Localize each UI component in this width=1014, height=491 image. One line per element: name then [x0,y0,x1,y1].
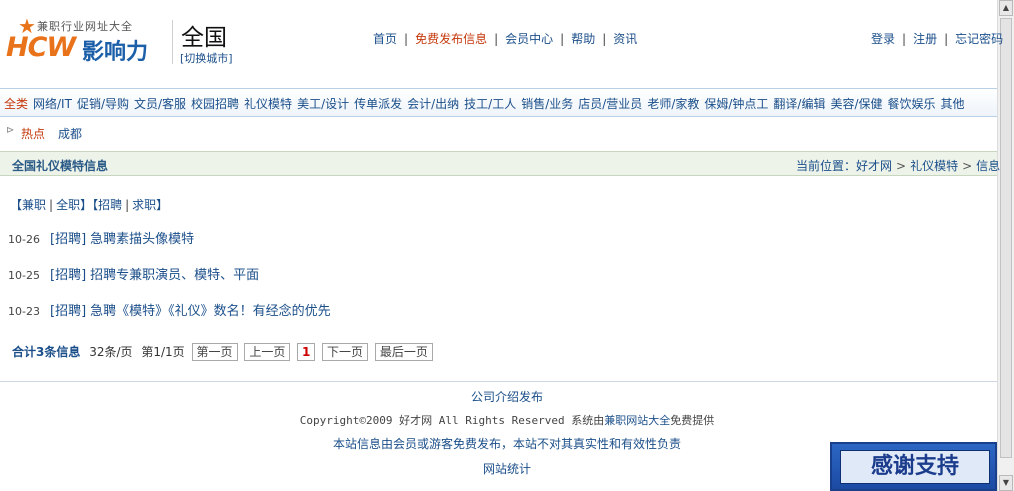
category-item[interactable]: 美容/保健 [830,97,882,111]
about-link[interactable]: 公司介绍发布 [471,390,543,404]
breadcrumb-current[interactable]: 信息 [976,159,1000,173]
login-link[interactable]: 登录 [871,32,895,46]
scroll-down-arrow-icon[interactable]: ▼ [999,475,1013,491]
listing-type-link[interactable]: [招聘] [50,268,86,283]
category-item[interactable]: 校园招聘 [191,97,239,111]
breadcrumb: 当前位置：好才网 > 礼仪模特 > 信息 [796,157,1000,174]
category-item[interactable]: 保姆/钟点工 [704,97,768,111]
category-item[interactable]: 网络/IT [33,97,72,111]
forgot-password-link[interactable]: 忘记密码 [955,32,1003,46]
category-bar: 全类 网络/IT 促销/导购 文员/客服 校园招聘 礼仪模特 美工/设计 传单派发 会计/出纳技… [0,88,997,117]
prev-page-button[interactable]: 上一页 [244,343,291,361]
disclaimer: 本站信息由会员或游客免费发布，本站不对其真实性和有效性负责 [332,437,681,451]
logo-brand-en: HCW [6,32,76,63]
listing-title-link[interactable]: 急聘《模特》《礼仪》数名！有经念的优先 [90,304,331,319]
category-item[interactable]: 技工/工人 [464,97,516,111]
bullet-arrow-icon: ⊳ [6,125,15,136]
scroll-up-arrow-icon[interactable]: ▲ [999,0,1013,16]
listing-date: 10-23 [8,305,40,318]
category-item[interactable]: 老师/家教 [647,97,699,111]
list-item: 10-26 [招聘] 急聘素描头像模特 [8,228,708,264]
chevron-right-icon: > [962,159,973,173]
category-item[interactable]: 会计/出纳 [407,97,459,111]
category-item[interactable]: 餐饮娱乐 [888,97,936,111]
hot-row: ⊳ 热点 成都 [0,123,997,145]
category-item[interactable]: 促销/导购 [77,97,129,111]
header: ★ 兼职行业网址大全 HCW 影响力 全国 [切换城市] 首页 | 免费发布信息 | 会… [0,0,1003,85]
category-item[interactable]: 销售/业务 [521,97,573,111]
nav-help[interactable]: 帮助 [571,32,595,46]
total-count: 合计3条信息 [12,345,81,359]
current-page: 1 [297,343,316,361]
footer-divider [0,381,997,382]
section-title-bar: 全国礼仪模特信息 当前位置：好才网 > 礼仪模特 > 信息 [0,151,1000,176]
listing-title-link[interactable]: 急聘素描头像模特 [90,232,194,247]
site-stats-link[interactable]: 网站统计 [483,462,531,476]
list-item: 10-25 [招聘] 招聘专兼职演员、模特、平面 [8,264,708,300]
category-item[interactable]: 传单派发 [354,97,402,111]
current-city: 全国 [181,25,227,51]
listing-title-link[interactable]: 招聘专兼职演员、模特、平面 [90,268,259,283]
filter-part-time[interactable]: 【兼职 [10,198,46,212]
section-title: 全国礼仪模特信息 [12,159,109,173]
copyright-text: Copyright©2009 好才网 All Rights Reserved 系… [299,414,605,427]
hot-label: 热点 [21,127,46,141]
copyright-link[interactable]: 兼职网站大全 [604,414,670,427]
nav-news[interactable]: 资讯 [613,32,637,46]
breadcrumb-category[interactable]: 礼仪模特 [910,159,958,173]
category-item[interactable]: 店员/营业员 [578,97,642,111]
hot-city-link[interactable]: 成都 [58,125,82,142]
listing-list: 10-26 [招聘] 急聘素描头像模特 10-25 [招聘] 招聘专兼职演员、模特、平面… [8,228,708,336]
register-link[interactable]: 注册 [913,32,937,46]
listing-type-link[interactable]: [招聘] [50,232,86,247]
filter-seek[interactable]: 求职】 [132,198,168,212]
category-item[interactable]: 美工/设计 [297,97,349,111]
listing-date: 10-25 [8,269,40,282]
copyright-tail: 免费提供 [670,414,715,427]
listing-type-link[interactable]: [招聘] [50,304,86,319]
category-item[interactable]: 文员/客服 [134,97,186,111]
category-list: 全类 网络/IT 促销/导购 文员/客服 校园招聘 礼仪模特 美工/设计 传单派发 会计/出纳技… [4,95,970,112]
list-item: 10-23 [招聘] 急聘《模特》《礼仪》数名！有经念的优先 [8,300,708,336]
top-nav: 首页 | 免费发布信息 | 会员中心 | 帮助 | 资讯 [373,32,638,46]
user-nav: 登录 | 注册 | 忘记密码 [871,32,1004,46]
page-of-info: 第1/1页 [141,345,185,359]
filter-row: 【兼职 | 全职】【招聘 | 求职】 [10,198,169,212]
logo-divider [172,20,173,64]
pagination: 合计3条信息 32条/页 第1/1页 第一页 上一页 1 下一页 最后一页 [12,343,433,361]
category-item[interactable]: 其他 [941,97,965,111]
first-page-button[interactable]: 第一页 [191,343,238,361]
nav-member-center[interactable]: 会员中心 [505,32,553,46]
breadcrumb-prefix: 当前位置： [796,159,857,173]
filter-full-time[interactable]: 全职】 [56,198,92,212]
chevron-right-icon: > [896,159,907,173]
category-item[interactable]: 全类 [4,97,28,111]
filter-hire[interactable]: 【招聘 [92,198,122,212]
category-item[interactable]: 翻译/编辑 [773,97,825,111]
nav-home[interactable]: 首页 [373,32,397,46]
category-item[interactable]: 礼仪模特 [244,97,292,111]
last-page-button[interactable]: 最后一页 [374,343,433,361]
per-page-info: 32条/页 [89,345,133,359]
nav-free-post[interactable]: 免费发布信息 [415,32,487,46]
listing-date: 10-26 [8,233,40,246]
thanks-banner[interactable]: 感谢支持 [830,442,997,491]
thanks-banner-label: 感谢支持 [840,450,990,484]
site-logo[interactable]: ★ 兼职行业网址大全 HCW 影响力 [6,14,166,66]
copyright: Copyright©2009 好才网 All Rights Reserved 系… [0,412,1014,428]
switch-city-link[interactable]: [切换城市] [180,50,233,66]
breadcrumb-home[interactable]: 好才网 [856,159,892,173]
logo-brand-cn: 影响力 [82,40,149,65]
next-page-button[interactable]: 下一页 [322,343,369,361]
